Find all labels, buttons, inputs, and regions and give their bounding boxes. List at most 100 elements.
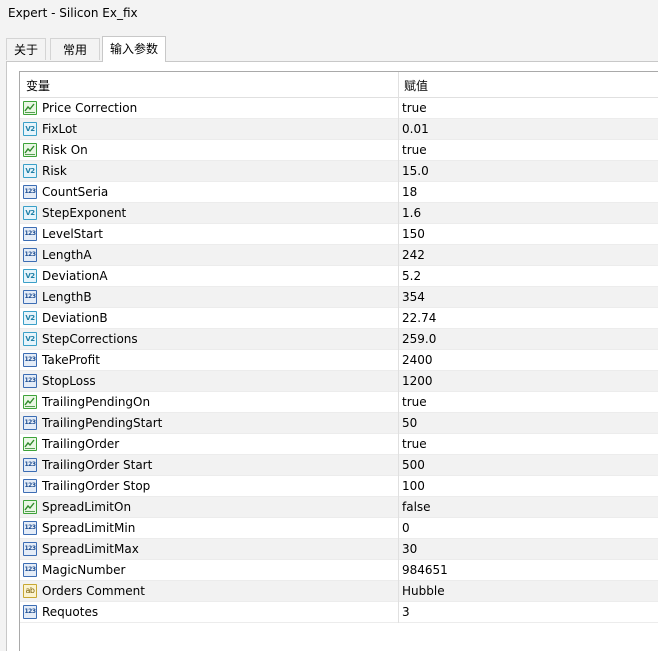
parameter-name: StepCorrections	[42, 332, 138, 346]
type-glyph: 123	[24, 230, 36, 237]
table-row[interactable]: TrailingOrder true	[20, 434, 658, 455]
type-glyph: 123	[24, 293, 36, 300]
parameter-value[interactable]: true	[402, 101, 427, 115]
parameter-value[interactable]: true	[402, 437, 427, 451]
parameter-name: TrailingOrder	[42, 437, 120, 451]
tab-inputs[interactable]: 输入参数	[102, 36, 166, 62]
column-header-variable[interactable]: 变量	[26, 77, 50, 94]
parameter-value[interactable]: 5.2	[402, 269, 421, 283]
parameter-value[interactable]: 2400	[402, 353, 433, 367]
parameter-value[interactable]: 50	[402, 416, 417, 430]
table-row[interactable]: V2 StepExponent 1.6	[20, 203, 658, 224]
table-row[interactable]: 123 TrailingOrder Stop 100	[20, 476, 658, 497]
table-row[interactable]: 123 SpreadLimitMin 0	[20, 518, 658, 539]
parameter-name: TrailingOrder Start	[42, 458, 153, 472]
parameter-value[interactable]: 15.0	[402, 164, 429, 178]
column-divider[interactable]	[398, 72, 399, 97]
double-icon: V2	[23, 269, 37, 283]
int-icon: 123	[23, 458, 37, 472]
parameter-value[interactable]: 259.0	[402, 332, 436, 346]
cell-divider	[398, 392, 399, 413]
table-row[interactable]: Price Correction true	[20, 98, 658, 119]
cell-divider	[398, 224, 399, 245]
cell-divider	[398, 182, 399, 203]
table-row[interactable]: 123 LevelStart 150	[20, 224, 658, 245]
column-header-value[interactable]: 赋值	[404, 77, 428, 94]
double-icon: V2	[23, 311, 37, 325]
table-row[interactable]: 123 TrailingPendingStart 50	[20, 413, 658, 434]
parameter-value[interactable]: 1.6	[402, 206, 421, 220]
parameter-value[interactable]: 500	[402, 458, 425, 472]
cell-divider	[398, 266, 399, 287]
int-icon: 123	[23, 479, 37, 493]
type-glyph: ab	[25, 586, 35, 595]
parameter-value[interactable]: 30	[402, 542, 417, 556]
parameter-name: LengthB	[42, 290, 92, 304]
parameter-name: StopLoss	[42, 374, 96, 388]
table-row[interactable]: 123 Requotes 3	[20, 602, 658, 623]
cell-divider	[398, 371, 399, 392]
type-glyph: 123	[24, 545, 36, 552]
parameter-name: Risk On	[42, 143, 88, 157]
parameter-value[interactable]: 3	[402, 605, 410, 619]
parameter-value[interactable]: 984651	[402, 563, 448, 577]
table-row[interactable]: V2 DeviationA 5.2	[20, 266, 658, 287]
parameter-value[interactable]: true	[402, 143, 427, 157]
int-icon: 123	[23, 374, 37, 388]
table-row[interactable]: 123 LengthA 242	[20, 245, 658, 266]
type-glyph: 123	[24, 524, 36, 531]
parameter-value[interactable]: 1200	[402, 374, 433, 388]
grid-rows: Price Correction true V2 FixLot 0.01 Risk On t…	[20, 98, 658, 623]
parameter-value[interactable]: false	[402, 500, 431, 514]
expert-window: Expert - Silicon Ex_fix 关于 常用 输入参数 变量 赋值…	[0, 0, 658, 651]
cell-divider	[398, 203, 399, 224]
parameter-value[interactable]: 0	[402, 521, 410, 535]
table-row[interactable]: 123 StopLoss 1200	[20, 371, 658, 392]
type-glyph: 123	[24, 608, 36, 615]
table-row[interactable]: V2 FixLot 0.01	[20, 119, 658, 140]
parameter-value[interactable]: 150	[402, 227, 425, 241]
tab-common[interactable]: 常用	[50, 38, 100, 60]
parameter-value[interactable]: true	[402, 395, 427, 409]
table-row[interactable]: 123 MagicNumber 984651	[20, 560, 658, 581]
parameter-value[interactable]: Hubble	[402, 584, 445, 598]
parameter-name: LengthA	[42, 248, 92, 262]
cell-divider	[398, 560, 399, 581]
bool-icon	[23, 101, 37, 115]
cell-divider	[398, 245, 399, 266]
parameter-value[interactable]: 100	[402, 479, 425, 493]
table-row[interactable]: V2 DeviationB 22.74	[20, 308, 658, 329]
table-row[interactable]: TrailingPendingOn true	[20, 392, 658, 413]
parameter-value[interactable]: 354	[402, 290, 425, 304]
tab-about[interactable]: 关于	[6, 38, 46, 60]
table-row[interactable]: 123 SpreadLimitMax 30	[20, 539, 658, 560]
parameter-value[interactable]: 0.01	[402, 122, 429, 136]
type-glyph: V2	[25, 314, 35, 322]
table-row[interactable]: Risk On true	[20, 140, 658, 161]
parameter-value[interactable]: 22.74	[402, 311, 436, 325]
type-glyph: V2	[25, 209, 35, 217]
parameter-name: FixLot	[42, 122, 77, 136]
table-row[interactable]: 123 LengthB 354	[20, 287, 658, 308]
int-icon: 123	[23, 353, 37, 367]
parameter-name: LevelStart	[42, 227, 103, 241]
double-icon: V2	[23, 206, 37, 220]
int-icon: 123	[23, 521, 37, 535]
type-glyph: 123	[24, 461, 36, 468]
table-row[interactable]: 123 TakeProfit 2400	[20, 350, 658, 371]
parameter-value[interactable]: 242	[402, 248, 425, 262]
table-row[interactable]: V2 Risk 15.0	[20, 161, 658, 182]
cell-divider	[398, 581, 399, 602]
type-glyph: 123	[24, 251, 36, 258]
cell-divider	[398, 413, 399, 434]
table-row[interactable]: V2 StepCorrections 259.0	[20, 329, 658, 350]
cell-divider	[398, 98, 399, 119]
table-row[interactable]: SpreadLimitOn false	[20, 497, 658, 518]
table-row[interactable]: 123 TrailingOrder Start 500	[20, 455, 658, 476]
cell-divider	[398, 140, 399, 161]
parameter-value[interactable]: 18	[402, 185, 417, 199]
table-row[interactable]: 123 CountSeria 18	[20, 182, 658, 203]
parameter-name: Price Correction	[42, 101, 138, 115]
table-row[interactable]: ab Orders Comment Hubble	[20, 581, 658, 602]
type-glyph: V2	[25, 272, 35, 280]
